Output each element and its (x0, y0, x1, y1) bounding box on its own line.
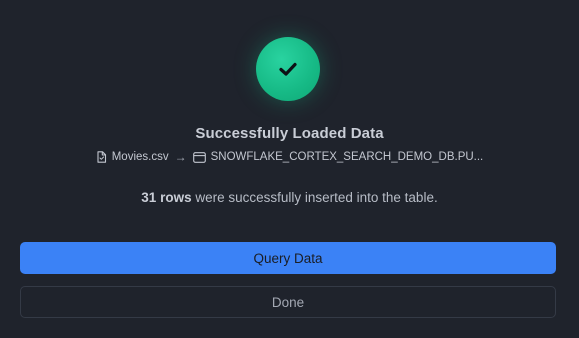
database-table-icon (192, 151, 206, 163)
row-count: 31 rows (141, 190, 192, 205)
source-file: Movies.csv (96, 151, 169, 163)
checkmark-icon (279, 62, 297, 76)
result-message: 31 rows were successfully inserted into … (0, 190, 579, 205)
done-button[interactable]: Done (20, 286, 556, 318)
destination-table: SNOWFLAKE_CORTEX_SEARCH_DEMO_DB.PU... (192, 151, 484, 163)
dialog-title: Successfully Loaded Data (195, 125, 384, 142)
arrow-right-icon: → (174, 150, 187, 164)
destination-table-name: SNOWFLAKE_CORTEX_SEARCH_DEMO_DB.PU... (210, 151, 484, 163)
success-badge (256, 37, 320, 101)
query-data-button[interactable]: Query Data (20, 242, 556, 274)
result-message-text: were successfully inserted into the tabl… (191, 190, 438, 205)
source-file-name: Movies.csv (111, 151, 169, 163)
load-path: Movies.csv → SNOWFLAKE_CORTEX_SEARCH_DEM… (0, 150, 579, 164)
file-icon (97, 151, 106, 163)
load-success-dialog: Successfully Loaded Data Movies.csv → SN… (0, 0, 579, 338)
